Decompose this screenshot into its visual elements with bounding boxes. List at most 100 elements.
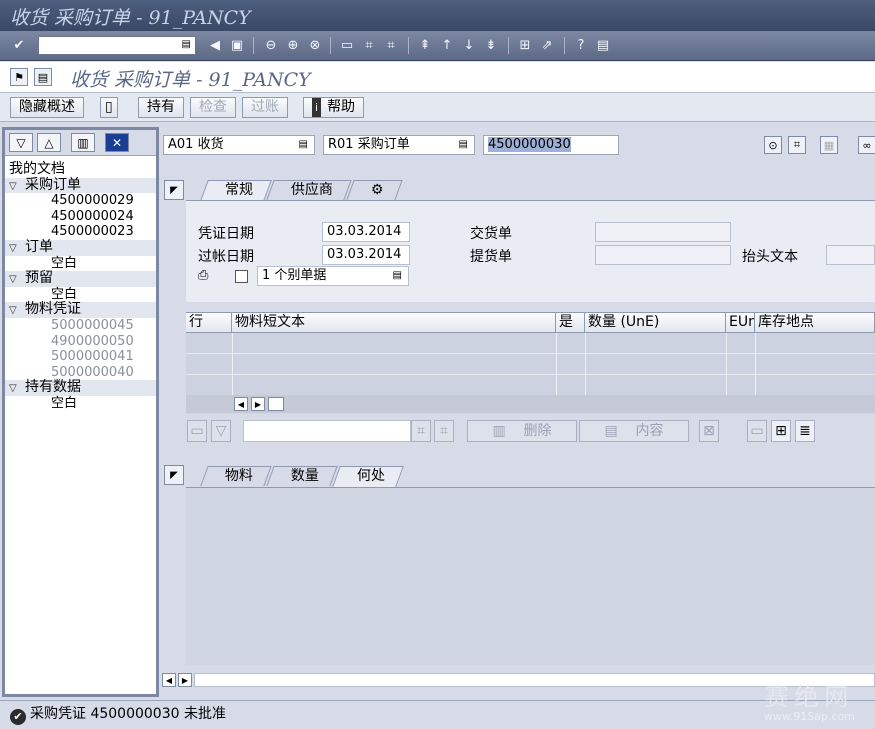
collapse-arrow-icon[interactable]: ▽ (9, 179, 25, 195)
tab-material[interactable]: 物料 (200, 466, 272, 486)
scroll-thumb[interactable] (268, 397, 284, 411)
collapse-all-icon[interactable]: △ (37, 133, 61, 152)
header-text-field[interactable] (826, 245, 875, 265)
filter-item-icon[interactable]: ▽ (211, 420, 231, 442)
tab-partner[interactable]: ⚙ (346, 180, 403, 200)
tab-quantity[interactable]: 数量 (266, 466, 338, 486)
print-icon[interactable]: ▭ (338, 36, 356, 54)
glasses-icon[interactable]: ∞ (858, 136, 875, 154)
enter-icon[interactable]: ✔ (10, 36, 28, 54)
command-field[interactable]: ▤ (38, 36, 196, 55)
tree-group[interactable]: ▽ 订单 (5, 239, 156, 257)
detail-collapse-icon[interactable]: ◤ (164, 465, 184, 485)
find-item-icon[interactable]: ⌗ (411, 420, 431, 442)
tab-general[interactable]: 常规 (200, 180, 272, 201)
find-next-icon[interactable]: ⌗ (382, 36, 400, 54)
column-header-unit[interactable]: EUn (726, 313, 755, 333)
select-all-icon[interactable]: ▭ (747, 420, 767, 442)
close-icon[interactable]: ✕ (105, 133, 129, 152)
print-checkbox[interactable] (235, 270, 248, 283)
tree-item[interactable]: 空白 (5, 287, 156, 303)
scroll-left-icon[interactable]: ◀ (162, 673, 176, 687)
tree-item[interactable]: 4500000023 (5, 224, 156, 240)
doc-date-field[interactable]: 03.03.2014 (322, 222, 410, 242)
scroll-right-icon[interactable]: ▶ (251, 397, 265, 411)
tree-item[interactable]: 空白 (5, 256, 156, 272)
tree-item[interactable]: 空白 (5, 396, 156, 412)
scroll-left-icon[interactable]: ◀ (234, 397, 248, 411)
print-version-select[interactable]: 1 个别单据 ▤ (257, 266, 409, 286)
transaction-select[interactable]: A01 收货 ▤ (163, 135, 315, 155)
tree-item[interactable]: 5000000045 (5, 318, 156, 334)
collapse-arrow-icon[interactable]: ▽ (9, 381, 25, 397)
help-icon[interactable]: ? (572, 36, 590, 54)
tree-item[interactable]: 5000000040 (5, 365, 156, 381)
tree-group[interactable]: ▽ 采购订单 (5, 177, 156, 195)
item-search-input[interactable] (243, 420, 411, 442)
first-page-icon[interactable]: ⇞ (416, 36, 434, 54)
settings-icon[interactable]: ▦ (820, 136, 838, 154)
execute-icon[interactable]: ⊙ (764, 136, 782, 154)
table-horizontal-scrollbar[interactable]: ◀ ▶ (186, 395, 875, 413)
tree-item[interactable]: 4900000050 (5, 334, 156, 350)
column-header-storage-location[interactable]: 库存地点 (755, 313, 875, 333)
layout-menu-icon[interactable]: ▤ (594, 36, 612, 54)
column-header-quantity[interactable]: 数量 (UnE) (585, 313, 726, 333)
expand-all-icon[interactable]: ▽ (9, 133, 33, 152)
column-header-line[interactable]: 行 (186, 313, 232, 333)
create-session-icon[interactable]: ⊞ (516, 36, 534, 54)
reference-select[interactable]: R01 采购订单 ▤ (323, 135, 475, 155)
exit-icon[interactable]: ⊕ (284, 36, 302, 54)
search-icon[interactable]: ⌗ (788, 136, 806, 154)
tab-vendor[interactable]: 供应商 (266, 180, 352, 200)
column-header-short-text[interactable]: 物料短文本 (232, 313, 556, 333)
find-next-item-icon[interactable]: ⌗ (434, 420, 454, 442)
detail-icon[interactable]: ≣ (795, 420, 815, 442)
expand-item-icon[interactable]: ⊞ (771, 420, 791, 442)
back-icon[interactable]: ⊖ (262, 36, 280, 54)
collapse-arrow-icon[interactable]: ▽ (9, 272, 25, 288)
delete-icon[interactable]: ▥ (71, 133, 95, 152)
po-number-field[interactable]: 4500000030 (483, 135, 619, 155)
check-button[interactable]: 检查 (190, 97, 236, 118)
content-button[interactable]: ▤ 内容 (579, 420, 689, 442)
find-icon[interactable]: ⌗ (360, 36, 378, 54)
column-header-ok[interactable]: 是 (556, 313, 585, 333)
delete-button[interactable]: ▥ 删除 (467, 420, 577, 442)
hold-button[interactable]: 持有 (138, 97, 184, 118)
tab-vendor-label: 供应商 (290, 182, 333, 198)
save-icon[interactable]: ▣ (228, 36, 246, 54)
tree-item[interactable]: 5000000041 (5, 349, 156, 365)
tree-item[interactable]: 4500000024 (5, 209, 156, 225)
tab-where[interactable]: 何处 (332, 466, 404, 487)
post-button[interactable]: 过账 (242, 97, 288, 118)
last-page-icon[interactable]: ⇟ (482, 36, 500, 54)
help-button[interactable]: i 帮助 (303, 97, 365, 118)
new-document-button[interactable]: ▯ (100, 97, 118, 118)
dismantle-icon[interactable]: ⊠ (699, 420, 719, 442)
history-dropdown-icon[interactable]: ▤ (182, 39, 191, 50)
collapse-arrow-icon[interactable]: ▽ (9, 241, 25, 257)
tree-group[interactable]: ▽ 物料凭证 (5, 302, 156, 318)
delivery-note-field[interactable] (595, 222, 731, 242)
hide-overview-button[interactable]: 隐藏概述 (10, 97, 84, 118)
cancel-icon[interactable]: ⊗ (306, 36, 324, 54)
bill-of-lading-field[interactable] (595, 245, 731, 265)
post-date-field[interactable]: 03.03.2014 (322, 245, 410, 265)
tree-group[interactable]: ▽ 持有数据 (5, 380, 156, 396)
left-arrow-icon[interactable]: ◀ (206, 36, 224, 54)
print-item-icon[interactable]: ▭ (187, 420, 207, 442)
collapse-arrow-icon[interactable]: ▽ (9, 303, 25, 319)
tree-group[interactable]: ▽ 预留 (5, 270, 156, 288)
menu-icon[interactable]: ▤ (34, 68, 52, 86)
services-icon[interactable]: ⚑ (10, 68, 28, 86)
table-row[interactable] (186, 354, 875, 375)
scroll-right-icon[interactable]: ▶ (178, 673, 192, 687)
tree-item[interactable]: 4500000029 (5, 193, 156, 209)
shortcut-icon[interactable]: ⇗ (538, 36, 556, 54)
header-collapse-icon[interactable]: ◤ (164, 180, 184, 200)
next-page-icon[interactable]: ↓ (460, 36, 478, 54)
table-row[interactable] (186, 375, 875, 396)
table-row[interactable] (186, 333, 875, 354)
previous-page-icon[interactable]: ↑ (438, 36, 456, 54)
